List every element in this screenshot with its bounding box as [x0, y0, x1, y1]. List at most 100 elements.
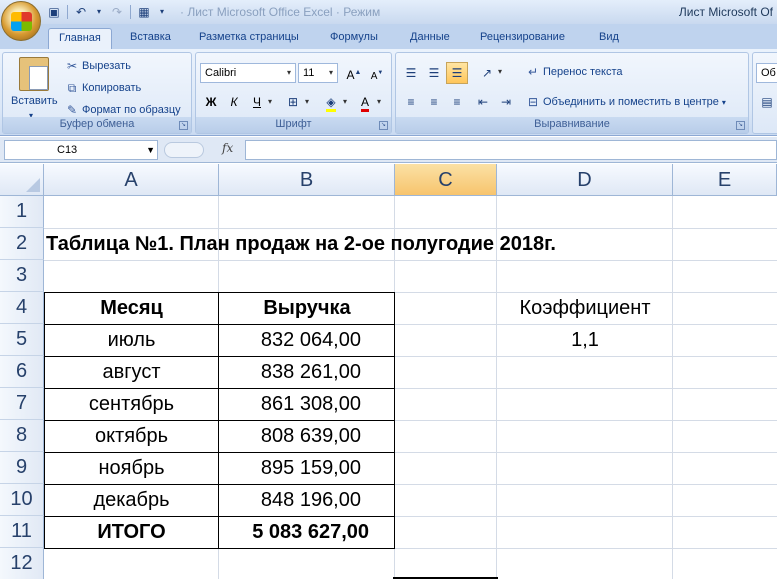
row-header[interactable]: 3 — [0, 260, 44, 292]
row-header[interactable]: 8 — [0, 420, 44, 452]
formula-input[interactable] — [245, 140, 777, 160]
font-size-combo[interactable]: 11 ▾ — [298, 63, 338, 83]
currency-format-button[interactable]: ▤ — [756, 91, 777, 113]
form-icon[interactable]: ▦ — [136, 4, 152, 20]
copy-button[interactable]: ⧉ Копировать — [65, 81, 142, 95]
cell-revenue[interactable]: 861 308,00 — [219, 388, 395, 420]
cell-d5-coef-value[interactable]: 1,1 — [497, 324, 673, 356]
tab-review[interactable]: Рецензирование — [480, 28, 565, 49]
row-header[interactable]: 1 — [0, 196, 44, 228]
cell-month[interactable]: август — [44, 356, 219, 388]
cell-a2-title[interactable]: Таблица №1. План продаж на 2-ое полугоди… — [46, 228, 556, 260]
save-icon[interactable]: ▣ — [46, 4, 62, 20]
wrap-text-button[interactable]: ↵ Перенос текста — [526, 65, 623, 79]
paste-icon[interactable] — [19, 57, 49, 91]
row-header[interactable]: 6 — [0, 356, 44, 388]
merge-center-button[interactable]: ⊟ Объединить и поместить в центре ▾ — [526, 95, 726, 109]
align-middle-button[interactable]: ☰ — [423, 62, 445, 84]
font-color-button[interactable]: A — [354, 91, 376, 113]
borders-button[interactable]: ⊞ — [282, 91, 304, 113]
fill-dropdown-icon[interactable]: ▾ — [343, 97, 347, 106]
column-header-b[interactable]: B — [219, 164, 395, 196]
clipboard-launcher-icon[interactable]: ↘ — [179, 121, 188, 130]
paste-button[interactable]: Вставить — [11, 95, 58, 107]
cell-revenue[interactable]: 895 159,00 — [219, 452, 395, 484]
font-launcher-icon[interactable]: ↘ — [379, 121, 388, 130]
align-left-button[interactable]: ≡ — [400, 91, 422, 113]
redo-icon[interactable]: ↷ — [109, 4, 125, 20]
shrink-font-button[interactable]: A▼ — [366, 62, 388, 84]
italic-button[interactable]: К — [223, 91, 245, 113]
cell-month[interactable]: октябрь — [44, 420, 219, 452]
formula-bar-splitter[interactable] — [164, 142, 204, 158]
cell-month[interactable]: июль — [44, 324, 219, 356]
tab-insert[interactable]: Вставка — [130, 28, 171, 49]
borders-icon: ⊞ — [287, 95, 299, 109]
cell-month[interactable]: сентябрь — [44, 388, 219, 420]
cell-d4-coef-label[interactable]: Коэффициент — [497, 292, 673, 324]
cell-a11-total-label[interactable]: ИТОГО — [44, 516, 219, 548]
decrease-indent-button[interactable]: ⇤ — [472, 91, 494, 113]
insert-function-icon[interactable]: fx — [222, 141, 233, 155]
format-painter-button[interactable]: ✎ Формат по образцу — [65, 103, 181, 117]
column-header-e[interactable]: E — [673, 164, 777, 196]
underline-dropdown-icon[interactable]: ▾ — [268, 97, 272, 106]
alignment-launcher-icon[interactable]: ↘ — [736, 121, 745, 130]
grow-font-button[interactable]: A▲ — [343, 62, 365, 84]
column-header-a[interactable]: A — [44, 164, 219, 196]
number-format-combo[interactable]: Об — [756, 63, 777, 83]
column-header-d[interactable]: D — [497, 164, 673, 196]
row-header[interactable]: 10 — [0, 484, 44, 516]
row-header[interactable]: 7 — [0, 388, 44, 420]
cell-b4-header[interactable]: Выручка — [219, 292, 395, 324]
row-header[interactable]: 2 — [0, 228, 44, 260]
cell-revenue[interactable]: 808 639,00 — [219, 420, 395, 452]
office-button[interactable] — [1, 1, 41, 41]
cell-revenue[interactable]: 832 064,00 — [219, 324, 395, 356]
align-left-icon: ≡ — [407, 95, 415, 109]
cell-month[interactable]: декабрь — [44, 484, 219, 516]
font-color-icon: A — [360, 95, 369, 112]
font-color-dropdown-icon[interactable]: ▾ — [377, 97, 381, 106]
merge-cells-icon: ⊟ — [527, 95, 539, 109]
fill-color-button[interactable]: ◈ — [320, 91, 342, 113]
row-header[interactable]: 11 — [0, 516, 44, 548]
align-top-button[interactable]: ☰ — [400, 62, 422, 84]
row-header[interactable]: 5 — [0, 324, 44, 356]
increase-indent-button[interactable]: ⇥ — [495, 91, 517, 113]
alignment-group-label: Выравнивание — [396, 117, 748, 133]
cell-month[interactable]: ноябрь — [44, 452, 219, 484]
borders-dropdown-icon[interactable]: ▾ — [305, 97, 309, 106]
bold-button[interactable]: Ж — [200, 91, 222, 113]
align-center-button[interactable]: ≡ — [423, 91, 445, 113]
row-header[interactable]: 12 — [0, 548, 44, 579]
row-header[interactable]: 9 — [0, 452, 44, 484]
select-all-button[interactable] — [0, 164, 44, 196]
tab-home[interactable]: Главная — [48, 28, 112, 49]
cell-revenue[interactable]: 848 196,00 — [219, 484, 395, 516]
cell-a4-header[interactable]: Месяц — [44, 292, 219, 324]
underline-button[interactable]: Ч — [246, 91, 268, 113]
font-name-combo[interactable]: Calibri ▾ — [200, 63, 296, 83]
cell-revenue[interactable]: 838 261,00 — [219, 356, 395, 388]
align-right-button[interactable]: ≡ — [446, 91, 468, 113]
font-group-label: Шрифт — [196, 117, 391, 133]
undo-dropdown-icon[interactable]: ▾ — [91, 4, 107, 20]
column-header-c[interactable]: C — [395, 164, 497, 196]
undo-icon[interactable]: ↶ — [73, 4, 89, 20]
customize-qat-icon[interactable]: ▾ — [154, 4, 170, 20]
cell-b11-total-value[interactable]: 5 083 627,00 — [219, 516, 395, 548]
orientation-dropdown-icon[interactable]: ▾ — [498, 67, 502, 76]
chevron-down-icon: ▾ — [286, 68, 291, 77]
cut-button[interactable]: ✂ Вырезать — [65, 59, 131, 73]
chevron-down-icon[interactable]: ▼ — [146, 141, 155, 159]
tab-view[interactable]: Вид — [599, 28, 619, 49]
name-box[interactable]: C13 ▼ — [4, 140, 158, 160]
tab-data[interactable]: Данные — [410, 28, 450, 49]
row-header[interactable]: 4 — [0, 292, 44, 324]
tab-formulas[interactable]: Формулы — [330, 28, 378, 49]
orientation-button[interactable]: ↗ — [476, 62, 498, 84]
tab-page-layout[interactable]: Разметка страницы — [199, 28, 299, 49]
align-bottom-button[interactable]: ☰ — [446, 62, 468, 84]
merge-dropdown-icon[interactable]: ▾ — [722, 98, 726, 107]
